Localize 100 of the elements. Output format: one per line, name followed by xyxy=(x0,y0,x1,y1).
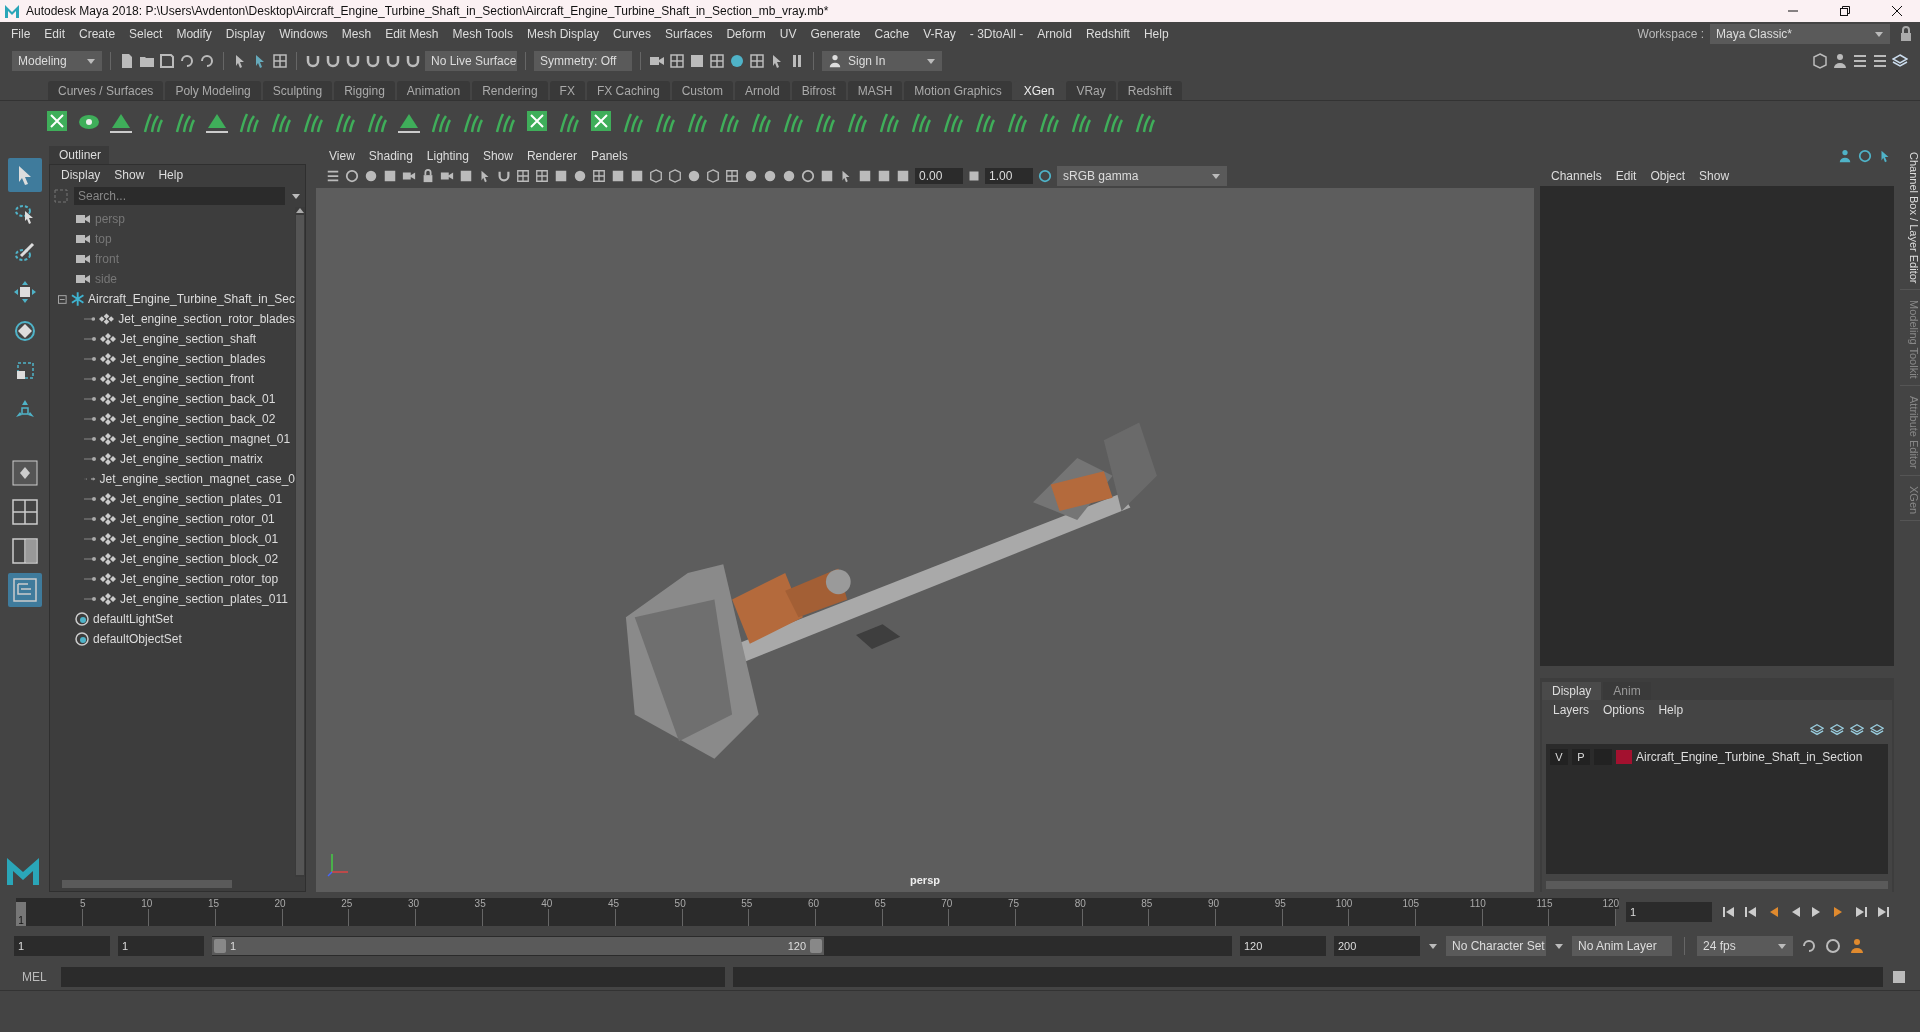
magnet-icon[interactable] xyxy=(325,53,341,69)
shelf-tab[interactable]: Poly Modeling xyxy=(165,81,261,100)
menu-item[interactable]: Help xyxy=(151,168,191,182)
magnet-icon[interactable] xyxy=(365,53,381,69)
color-space-dropdown[interactable]: sRGB gamma xyxy=(1057,166,1227,186)
menu-item[interactable]: Arnold xyxy=(1030,27,1079,41)
sphere-icon[interactable] xyxy=(364,169,378,183)
menu-item[interactable]: Cache xyxy=(867,27,917,41)
list-icon[interactable] xyxy=(326,169,340,183)
ring-icon[interactable] xyxy=(1038,169,1052,183)
square-icon[interactable] xyxy=(968,170,980,182)
range-grip[interactable] xyxy=(214,939,226,953)
person-icon[interactable] xyxy=(1832,53,1848,69)
mode-dropdown[interactable]: Modeling xyxy=(12,51,102,71)
outliner-item[interactable]: Jet_engine_section_magnet_case_0 xyxy=(99,472,295,486)
outliner-item[interactable]: defaultObjectSet xyxy=(93,632,182,646)
outliner-item[interactable]: Jet_engine_section_rotor_top xyxy=(120,572,279,586)
menu-item[interactable]: Display xyxy=(54,168,108,182)
command-language-label[interactable]: MEL xyxy=(16,970,53,984)
magnet-icon[interactable] xyxy=(497,169,511,183)
square-icon[interactable] xyxy=(1890,969,1907,985)
ring-icon[interactable] xyxy=(1825,938,1841,954)
live-surface-field[interactable]: No Live Surface xyxy=(425,51,517,71)
playback-end-field[interactable]: 120 xyxy=(1240,936,1326,956)
outliner-tab[interactable]: Outliner xyxy=(49,146,109,164)
layers-icon[interactable] xyxy=(1830,723,1844,737)
layer-name[interactable]: Aircraft_Engine_Turbine_Shaft_in_Section xyxy=(1636,750,1863,764)
ring-icon[interactable] xyxy=(345,169,359,183)
grid-icon[interactable] xyxy=(592,169,606,183)
menu-item[interactable]: Show xyxy=(1692,169,1737,183)
menu-item[interactable]: Options xyxy=(1596,703,1652,717)
menu-item[interactable]: Show xyxy=(475,149,520,163)
shelf-tab[interactable]: FX xyxy=(549,81,585,100)
square-icon[interactable] xyxy=(459,169,473,183)
range-slider[interactable]: 1 120 xyxy=(212,936,1232,956)
menu-item[interactable]: Generate xyxy=(803,27,868,41)
tool-button[interactable] xyxy=(7,573,42,607)
menu-item[interactable]: Show xyxy=(107,168,152,182)
layer-tab[interactable]: Display xyxy=(1542,682,1602,700)
undo-icon[interactable] xyxy=(199,53,215,69)
grid-icon[interactable] xyxy=(709,53,725,69)
playhead[interactable]: 1 xyxy=(16,902,26,926)
square-icon[interactable] xyxy=(611,169,625,183)
square-icon[interactable] xyxy=(877,169,891,183)
end-frame-field[interactable]: 200 xyxy=(1334,936,1420,956)
grid-icon[interactable] xyxy=(516,169,530,183)
shelf-tab[interactable]: Bifrost xyxy=(791,81,846,100)
layers-icon[interactable] xyxy=(1850,723,1864,737)
outliner-item[interactable]: Jet_engine_section_back_02 xyxy=(120,412,276,426)
layers-icon[interactable] xyxy=(1810,723,1824,737)
shelf-tab[interactable]: MASH xyxy=(847,81,903,100)
magnet-icon[interactable] xyxy=(345,53,361,69)
visibility-toggle[interactable]: V xyxy=(1550,749,1568,765)
tool-button[interactable] xyxy=(7,158,42,192)
menu-item[interactable]: Edit xyxy=(37,27,73,41)
outliner-item[interactable]: Jet_engine_section_plates_011 xyxy=(120,592,288,606)
caret-icon[interactable] xyxy=(291,192,301,200)
file-icon[interactable] xyxy=(119,53,135,69)
undo-icon[interactable] xyxy=(1801,938,1817,954)
menu-item[interactable]: Renderer xyxy=(519,149,584,163)
menu-item[interactable]: Help xyxy=(1651,703,1691,717)
menu-item[interactable]: Shading xyxy=(361,149,420,163)
shelf-tab[interactable]: Arnold xyxy=(734,81,790,100)
lock-icon[interactable] xyxy=(1898,26,1914,42)
outliner-item[interactable]: defaultLightSet xyxy=(93,612,174,626)
exposure-field[interactable]: 0.00 xyxy=(915,168,963,184)
list-icon[interactable] xyxy=(1852,53,1868,69)
menu-item[interactable]: Display xyxy=(218,27,273,41)
square-icon[interactable] xyxy=(383,169,397,183)
sphere-icon[interactable] xyxy=(729,53,745,69)
skip-start-icon[interactable] xyxy=(1723,906,1735,918)
current-frame-field[interactable]: 1 xyxy=(1626,902,1712,922)
scrollbar[interactable] xyxy=(295,207,305,877)
magnet-icon[interactable] xyxy=(385,53,401,69)
menu-item[interactable]: Select xyxy=(122,27,170,41)
layer-color-swatch[interactable] xyxy=(1616,750,1632,764)
step-forward-icon[interactable] xyxy=(1855,906,1867,918)
outliner-item[interactable]: Jet_engine_section_magnet_01 xyxy=(120,432,291,446)
cube-icon[interactable] xyxy=(649,169,663,183)
character-set-dropdown[interactable]: No Character Set xyxy=(1446,936,1546,956)
lock-icon[interactable] xyxy=(421,169,435,183)
shelf-tab[interactable]: Sculpting xyxy=(262,81,333,100)
save-icon[interactable] xyxy=(159,53,175,69)
sign-in-button[interactable]: Sign In xyxy=(822,51,942,71)
cube-icon[interactable] xyxy=(1812,53,1828,69)
outliner-item[interactable]: Jet_engine_section_block_02 xyxy=(120,552,279,566)
square-icon[interactable] xyxy=(630,169,644,183)
outliner-item[interactable]: Jet_engine_section_back_01 xyxy=(120,392,276,406)
grid-icon[interactable] xyxy=(535,169,549,183)
start-frame-field[interactable]: 1 xyxy=(14,936,110,956)
square-icon[interactable] xyxy=(820,169,834,183)
grid-icon[interactable] xyxy=(725,169,739,183)
square-icon[interactable] xyxy=(689,53,705,69)
sphere-icon[interactable] xyxy=(744,169,758,183)
menu-item[interactable]: Panels xyxy=(583,149,635,163)
command-input[interactable] xyxy=(60,967,725,987)
outliner-item[interactable]: Aircraft_Engine_Turbine_Shaft_in_Sec xyxy=(87,292,295,306)
shelf-tab[interactable]: Curves / Surfaces xyxy=(48,81,164,100)
outliner-item[interactable]: Jet_engine_section_blades xyxy=(120,352,266,366)
layers-icon[interactable] xyxy=(1892,53,1908,69)
